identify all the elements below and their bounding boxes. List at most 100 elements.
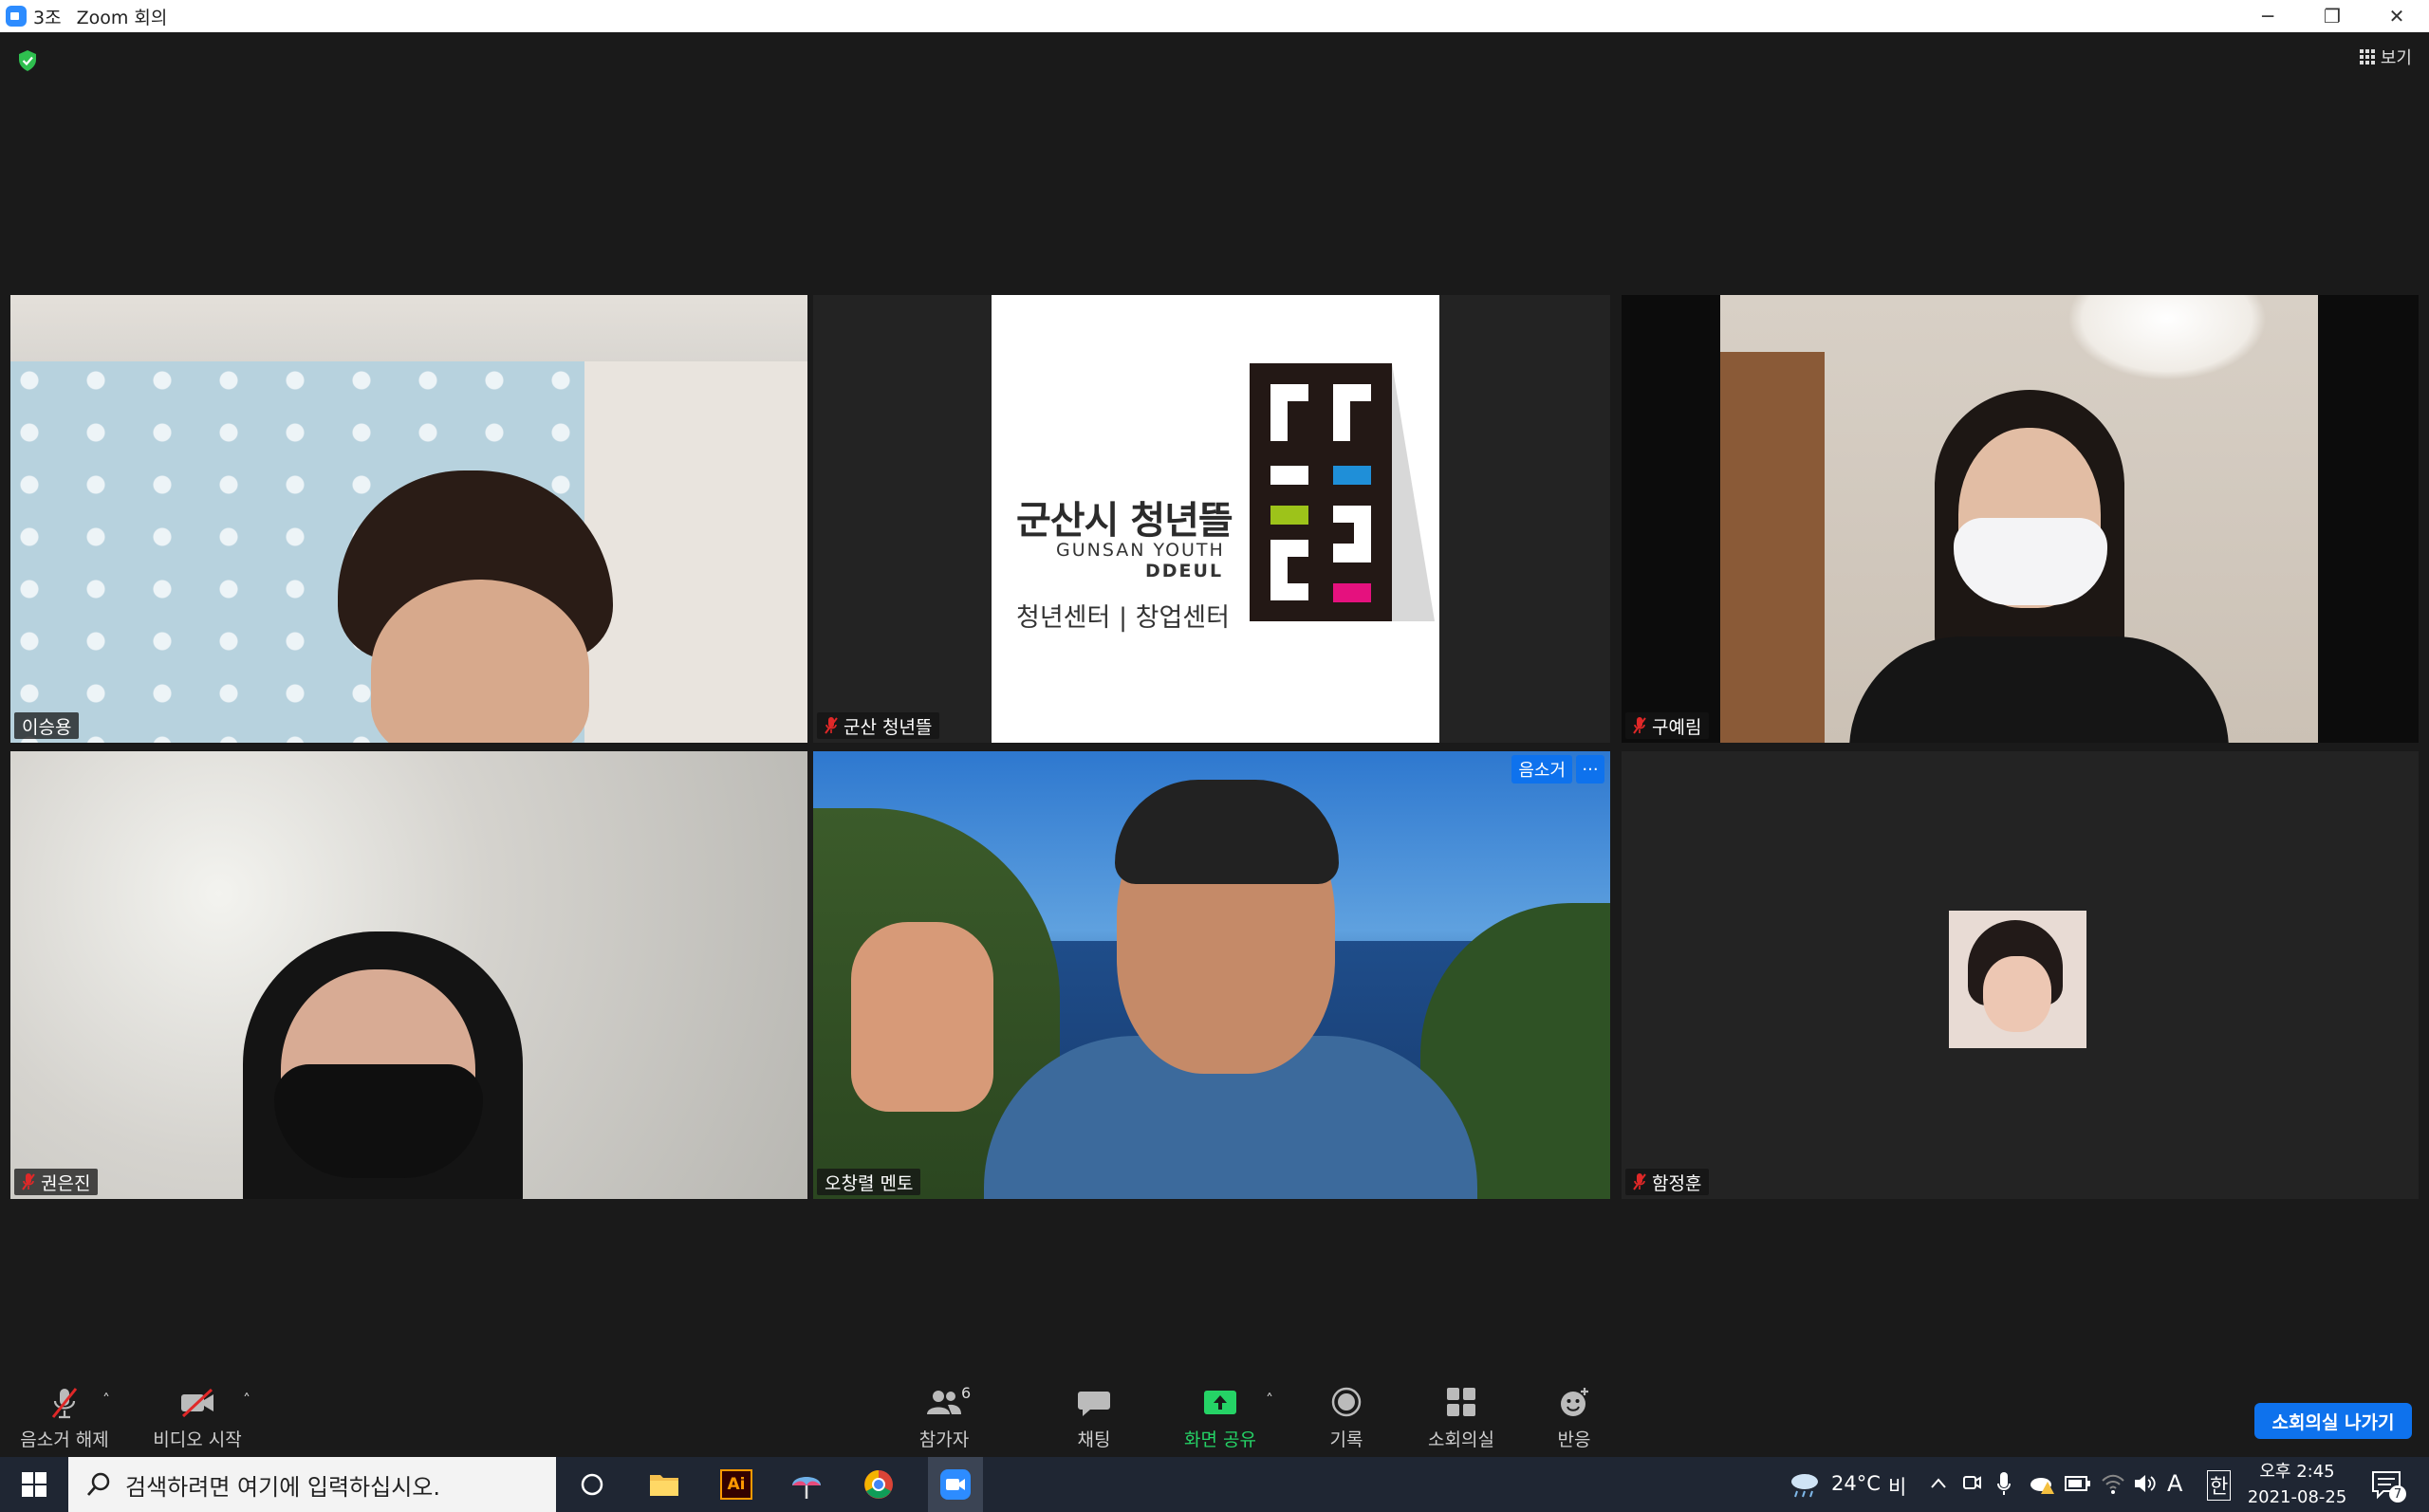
video-feed: 군산시 청년뜰 GUNSAN YOUTH DDEUL 청년센터 | 창업센터 <box>813 295 1610 743</box>
more-options-button[interactable]: ··· <box>1576 755 1604 784</box>
start-button[interactable] <box>0 1457 68 1512</box>
participant-name: 구예림 <box>1652 716 1702 738</box>
windows-logo-icon <box>22 1472 46 1497</box>
participants-button[interactable]: 6 참가자 <box>907 1379 981 1457</box>
close-button[interactable]: ✕ <box>2364 0 2429 32</box>
room-name: 3조 <box>33 7 62 28</box>
video-tile-3[interactable]: 구예림 <box>1622 295 2419 743</box>
video-off-icon <box>181 1388 213 1418</box>
participant-name: 오창렬 멘토 <box>825 1172 914 1194</box>
breakout-rooms-icon <box>1447 1388 1475 1416</box>
muted-mic-icon <box>1633 1173 1646 1190</box>
restore-button[interactable]: ❐ <box>2300 0 2364 32</box>
video-feed <box>1622 751 2419 1199</box>
window-title: Zoom 회의 <box>76 7 168 28</box>
zoom-app-icon <box>940 1469 971 1500</box>
leave-breakout-room-button[interactable]: 소회의실 나가기 <box>2254 1403 2412 1439</box>
logo-subtitle: 청년센터 | 창업센터 <box>1016 603 1230 633</box>
notifications-button[interactable]: 7 <box>2370 1468 2406 1503</box>
record-label: 기록 <box>1329 1429 1363 1450</box>
weather-temperature[interactable]: 24°C <box>1831 1472 1881 1495</box>
reactions-button[interactable]: 반응 <box>1537 1379 1611 1457</box>
minimize-button[interactable]: ─ <box>2235 0 2300 32</box>
logo-en-line1: GUNSAN YOUTH <box>1056 540 1225 561</box>
mic-muted-icon <box>51 1388 78 1419</box>
illustrator-button[interactable]: Ai <box>715 1465 757 1504</box>
taskbar-search[interactable]: 검색하려면 여기에 입력하십시오. <box>68 1457 556 1512</box>
onedrive-warning-icon[interactable] <box>2029 1472 2055 1495</box>
participant-name: 함정훈 <box>1652 1172 1702 1194</box>
start-video-label: 비디오 시작 <box>153 1429 242 1450</box>
weather-rain-icon <box>1791 1474 1818 1498</box>
grid-view-icon <box>2359 49 2375 65</box>
mute-participant-button[interactable]: 음소거 <box>1511 755 1572 784</box>
folder-icon <box>650 1475 678 1496</box>
muted-mic-icon <box>1633 717 1646 734</box>
start-video-button[interactable]: 비디오 시작 <box>150 1379 245 1457</box>
logo-title: 군산시 청년뜰 <box>1016 499 1233 543</box>
share-screen-label: 화면 공유 <box>1184 1429 1256 1450</box>
video-tile-1[interactable]: 이승용 <box>10 295 807 743</box>
video-tile-4[interactable]: 권은진 <box>10 751 807 1199</box>
gunsan-youth-logo: 군산시 청년뜰 GUNSAN YOUTH DDEUL 청년센터 | 창업센터 <box>992 295 1439 743</box>
video-feed <box>10 295 807 743</box>
title-bar: 3조 Zoom 회의 ─ ❐ ✕ <box>0 0 2429 32</box>
search-placeholder: 검색하려면 여기에 입력하십시오. <box>125 1473 441 1501</box>
volume-icon[interactable] <box>2133 1472 2158 1495</box>
tray-chevron-up-icon[interactable] <box>1930 1476 1947 1489</box>
zoom-window: 3조 Zoom 회의 ─ ❐ ✕ 보기 이승용 군산시 청년뜰 GUNSAN Y… <box>0 0 2429 1512</box>
participants-label: 참가자 <box>918 1429 970 1450</box>
chat-label: 채팅 <box>1077 1429 1111 1450</box>
video-feed <box>813 751 1610 1199</box>
breakout-rooms-button[interactable]: 소회의실 <box>1421 1379 1501 1457</box>
chat-icon <box>1078 1392 1110 1416</box>
video-tile-5-active-speaker[interactable]: 음소거 ··· 오창렬 멘토 <box>813 751 1610 1199</box>
video-tile-6[interactable]: 함정훈 <box>1622 751 2419 1199</box>
clock-time: 오후 2:45 <box>2259 1462 2335 1482</box>
video-feed <box>1622 295 2419 743</box>
video-tile-2[interactable]: 군산시 청년뜰 GUNSAN YOUTH DDEUL 청년센터 | 창업센터 군… <box>813 295 1610 743</box>
participant-name-tag: 오창렬 멘토 <box>817 1169 921 1195</box>
video-options-caret[interactable]: ˄ <box>243 1391 250 1409</box>
notification-count-badge: 7 <box>2389 1485 2406 1503</box>
participant-name-tag: 권은진 <box>14 1169 99 1195</box>
record-icon <box>1331 1387 1362 1417</box>
audio-options-caret[interactable]: ˄ <box>102 1391 110 1409</box>
share-screen-icon <box>1204 1391 1236 1414</box>
task-view-button[interactable] <box>571 1465 613 1504</box>
battery-icon[interactable] <box>2065 1476 2091 1491</box>
reactions-label: 반응 <box>1557 1429 1591 1450</box>
search-icon <box>86 1472 110 1496</box>
illustrator-icon: Ai <box>720 1469 752 1500</box>
security-shield-icon[interactable] <box>17 49 38 72</box>
window-controls: ─ ❐ ✕ <box>2235 0 2429 32</box>
ime-mode-hangul[interactable]: 한 <box>2207 1470 2232 1501</box>
video-feed <box>10 751 807 1199</box>
clock-date: 2021-08-25 <box>2247 1487 2347 1507</box>
zoom-logo-icon <box>6 6 27 27</box>
file-explorer-button[interactable] <box>643 1465 685 1504</box>
chrome-button[interactable] <box>858 1465 899 1504</box>
meet-now-icon[interactable] <box>1962 1471 1981 1496</box>
participant-name-tag: 구예림 <box>1625 712 1710 739</box>
taskbar-clock[interactable]: 오후 2:45 2021-08-25 <box>2245 1459 2349 1510</box>
chat-button[interactable]: 채팅 <box>1057 1379 1131 1457</box>
share-options-caret[interactable]: ˄ <box>1266 1391 1273 1409</box>
participants-count: 6 <box>961 1384 972 1402</box>
record-button[interactable]: 기록 <box>1309 1379 1383 1457</box>
chrome-icon <box>864 1470 893 1499</box>
ime-mode-a[interactable]: A <box>2167 1470 2182 1497</box>
weather-description[interactable]: 비 <box>1888 1472 1906 1501</box>
cortana-circle-icon <box>581 1473 603 1496</box>
view-label: 보기 <box>2380 48 2412 68</box>
participant-name: 권은진 <box>41 1172 91 1194</box>
muted-mic-icon <box>825 717 838 734</box>
profile-avatar <box>1949 911 2086 1048</box>
unmute-button[interactable]: 음소거 해제 <box>19 1379 110 1457</box>
microphone-tray-icon[interactable] <box>1996 1470 2012 1497</box>
zoom-taskbar-button[interactable] <box>928 1457 983 1512</box>
wifi-off-icon[interactable] <box>2101 1472 2125 1495</box>
app-button[interactable] <box>786 1465 827 1504</box>
view-button[interactable]: 보기 <box>2359 44 2412 70</box>
share-screen-button[interactable]: 화면 공유 <box>1175 1379 1266 1457</box>
